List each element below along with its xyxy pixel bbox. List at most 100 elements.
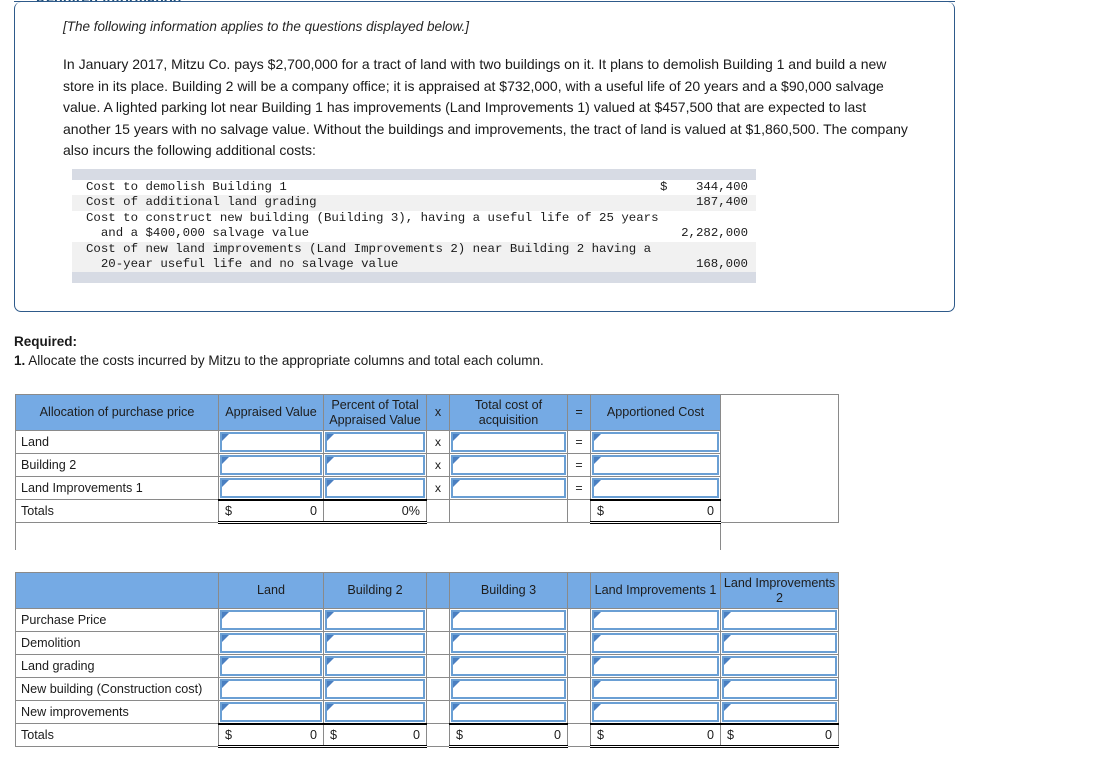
- spacer-cell: [567, 608, 591, 632]
- input-box[interactable]: [220, 633, 322, 653]
- input-box[interactable]: [451, 432, 566, 452]
- input-box[interactable]: [592, 633, 719, 653]
- input-box[interactable]: [325, 702, 425, 722]
- additional-costs-table: Cost to demolish Building 1 $ 344,400 Co…: [72, 169, 756, 284]
- cost-amount: 2,282,000: [681, 226, 748, 241]
- input-purchase-price-li2[interactable]: [720, 608, 839, 632]
- input-box[interactable]: [451, 610, 566, 630]
- header-total-cost-of-acquisition: Total cost of acquisition: [449, 394, 568, 431]
- input-li1-appraised-value[interactable]: [218, 476, 324, 500]
- input-box[interactable]: [592, 656, 719, 676]
- input-building2-total-cost[interactable]: [449, 453, 568, 477]
- input-demolition-li2[interactable]: [720, 631, 839, 655]
- input-box[interactable]: [592, 478, 719, 498]
- input-box[interactable]: [220, 679, 322, 699]
- allocation-spacer-row: [15, 522, 839, 550]
- input-purchase-price-land[interactable]: [218, 608, 324, 632]
- input-box[interactable]: [220, 432, 322, 452]
- input-land-apportioned-cost[interactable]: [590, 430, 721, 454]
- total-value: 0: [553, 727, 561, 742]
- input-new-building-building3[interactable]: [449, 677, 568, 701]
- input-new-improvements-li1[interactable]: [590, 700, 721, 724]
- total-building3: $ 0: [449, 722, 568, 748]
- input-land-grading-li1[interactable]: [590, 654, 721, 678]
- input-building2-appraised-value[interactable]: [218, 453, 324, 477]
- input-box[interactable]: [220, 610, 322, 630]
- totals-spacer-total-cost: [449, 499, 568, 523]
- cost-table-top-bar: [72, 169, 756, 180]
- input-li1-percent-total[interactable]: [323, 476, 427, 500]
- input-building2-percent-total[interactable]: [323, 453, 427, 477]
- input-new-building-li2[interactable]: [720, 677, 839, 701]
- input-demolition-building2[interactable]: [323, 631, 427, 655]
- input-land-total-cost[interactable]: [449, 430, 568, 454]
- input-purchase-price-li1[interactable]: [590, 608, 721, 632]
- input-box[interactable]: [592, 455, 719, 475]
- operator-times-li1: x: [426, 476, 450, 500]
- input-new-building-li1[interactable]: [590, 677, 721, 701]
- input-box[interactable]: [722, 679, 837, 699]
- header-percent-of-total-appraised-value: Percent of Total Appraised Value: [323, 394, 427, 431]
- input-box[interactable]: [451, 633, 566, 653]
- input-box[interactable]: [451, 478, 566, 498]
- input-box[interactable]: [220, 455, 322, 475]
- input-land-grading-building2[interactable]: [323, 654, 427, 678]
- input-box[interactable]: [325, 432, 425, 452]
- input-box[interactable]: [592, 432, 719, 452]
- applies-note: [The following information applies to th…: [63, 19, 469, 34]
- input-land-percent-total[interactable]: [323, 430, 427, 454]
- cost-row: Cost of new land improvements (Land Impr…: [72, 241, 756, 258]
- total-apportioned-cost: $ 0: [590, 498, 721, 524]
- input-demolition-land[interactable]: [218, 631, 324, 655]
- spacer-cell: [15, 522, 721, 550]
- input-demolition-li1[interactable]: [590, 631, 721, 655]
- total-percent-of-total: 0%: [323, 498, 427, 524]
- input-land-grading-building3[interactable]: [449, 654, 568, 678]
- input-box[interactable]: [325, 478, 425, 498]
- cost-allocation-header-row: Land Building 2 Building 3 Land Improvem…: [15, 572, 839, 609]
- row-label-demolition: Demolition: [15, 631, 219, 655]
- input-box[interactable]: [451, 455, 566, 475]
- input-box[interactable]: [451, 679, 566, 699]
- table-row: Land Improvements 1 x =: [15, 476, 839, 500]
- input-box[interactable]: [722, 610, 837, 630]
- input-box[interactable]: [325, 679, 425, 699]
- input-box[interactable]: [220, 478, 322, 498]
- input-box[interactable]: [325, 656, 425, 676]
- input-box[interactable]: [451, 702, 566, 722]
- input-purchase-price-building2[interactable]: [323, 608, 427, 632]
- header-spacer-2: [567, 572, 591, 609]
- input-box[interactable]: [220, 702, 322, 722]
- problem-statement: In January 2017, Mitzu Co. pays $2,700,0…: [63, 56, 908, 158]
- input-new-building-land[interactable]: [218, 677, 324, 701]
- input-land-appraised-value[interactable]: [218, 430, 324, 454]
- input-box[interactable]: [325, 633, 425, 653]
- row-label-totals: Totals: [15, 499, 219, 523]
- input-box[interactable]: [592, 679, 719, 699]
- input-box[interactable]: [722, 702, 837, 722]
- input-new-improvements-li2[interactable]: [720, 700, 839, 724]
- operator-times-land: x: [426, 430, 450, 454]
- input-box[interactable]: [592, 702, 719, 722]
- input-box[interactable]: [592, 610, 719, 630]
- input-box[interactable]: [722, 656, 837, 676]
- input-li1-apportioned-cost[interactable]: [590, 476, 721, 500]
- input-box[interactable]: [325, 455, 425, 475]
- input-box[interactable]: [325, 610, 425, 630]
- input-li1-total-cost[interactable]: [449, 476, 568, 500]
- input-box[interactable]: [722, 633, 837, 653]
- input-land-grading-land[interactable]: [218, 654, 324, 678]
- input-purchase-price-building3[interactable]: [449, 608, 568, 632]
- input-new-improvements-building2[interactable]: [323, 700, 427, 724]
- input-new-building-building2[interactable]: [323, 677, 427, 701]
- input-land-grading-li2[interactable]: [720, 654, 839, 678]
- table-row: Demolition: [15, 631, 839, 655]
- input-building2-apportioned-cost[interactable]: [590, 453, 721, 477]
- required-item: 1. Allocate the costs incurred by Mitzu …: [14, 352, 544, 371]
- input-demolition-building3[interactable]: [449, 631, 568, 655]
- input-box[interactable]: [451, 656, 566, 676]
- input-box[interactable]: [220, 656, 322, 676]
- input-new-improvements-building3[interactable]: [449, 700, 568, 724]
- input-new-improvements-land[interactable]: [218, 700, 324, 724]
- totals-spacer-1: [426, 723, 450, 747]
